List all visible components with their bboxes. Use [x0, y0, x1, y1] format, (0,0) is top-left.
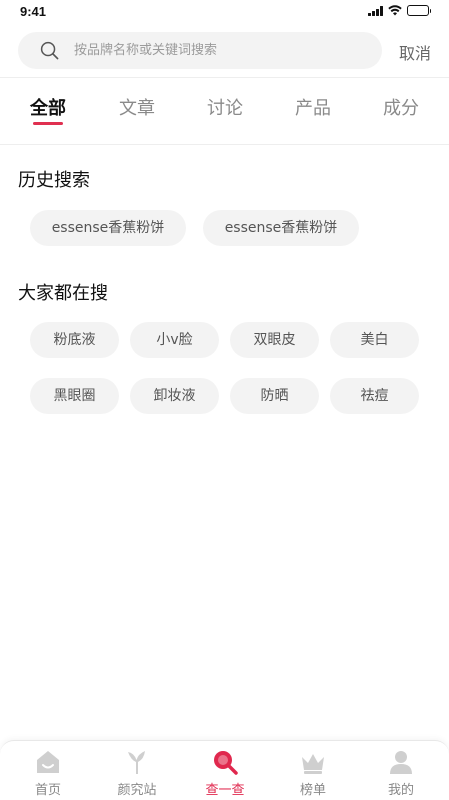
status-icons — [368, 5, 431, 16]
tabs-divider — [0, 144, 449, 145]
popular-chip[interactable]: 黑眼圈 — [30, 378, 119, 414]
search-icon — [214, 751, 238, 775]
popular-chip[interactable]: 美白 — [330, 322, 419, 358]
nav-home[interactable]: 首页 — [8, 741, 88, 800]
crown-icon — [302, 754, 324, 774]
wifi-icon — [388, 5, 402, 16]
signal-icon — [368, 5, 383, 16]
search-icon — [40, 41, 59, 60]
tab-discussions[interactable]: 讨论 — [207, 94, 243, 120]
tab-articles[interactable]: 文章 — [119, 94, 155, 120]
nav-label: 查一查 — [205, 783, 245, 798]
popular-chip[interactable]: 粉底液 — [30, 322, 119, 358]
nav-rankings[interactable]: 榜单 — [273, 741, 353, 800]
user-icon — [390, 751, 412, 774]
search-input[interactable] — [74, 32, 364, 69]
nav-label: 榜单 — [299, 783, 326, 798]
status-bar: 9:41 — [0, 0, 449, 24]
history-title: 历史搜索 — [18, 170, 90, 191]
history-chip[interactable]: essense香蕉粉饼 — [203, 210, 359, 246]
category-tabs: 全部 文章 讨论 产品 成分 — [0, 78, 449, 144]
nav-profile[interactable]: 我的 — [361, 741, 441, 800]
popular-chip[interactable]: 小v脸 — [130, 322, 219, 358]
history-chip[interactable]: essense香蕉粉饼 — [30, 210, 186, 246]
nav-lookup[interactable]: 查一查 — [185, 741, 265, 800]
popular-chip[interactable]: 祛痘 — [330, 378, 419, 414]
popular-chip[interactable]: 双眼皮 — [230, 322, 319, 358]
home-icon — [37, 751, 59, 773]
nav-label: 颜究站 — [117, 783, 157, 798]
cancel-button[interactable]: 取消 — [399, 40, 431, 64]
tab-ingredients[interactable]: 成分 — [383, 94, 419, 120]
status-time: 9:41 — [20, 4, 47, 19]
nav-label: 首页 — [34, 783, 61, 798]
leaf-icon — [128, 751, 145, 774]
battery-icon — [407, 5, 431, 16]
search-bar[interactable] — [18, 32, 382, 69]
nav-label: 我的 — [387, 783, 414, 798]
tab-products[interactable]: 产品 — [295, 94, 331, 120]
bottom-nav: 首页 颜究站 查一查 榜单 我的 — [0, 740, 449, 800]
nav-lab[interactable]: 颜究站 — [97, 741, 177, 800]
popular-title: 大家都在搜 — [18, 283, 108, 304]
tab-all[interactable]: 全部 — [30, 94, 66, 120]
active-tab-indicator — [33, 122, 63, 125]
popular-chip[interactable]: 防晒 — [230, 378, 319, 414]
popular-chip[interactable]: 卸妆液 — [130, 378, 219, 414]
